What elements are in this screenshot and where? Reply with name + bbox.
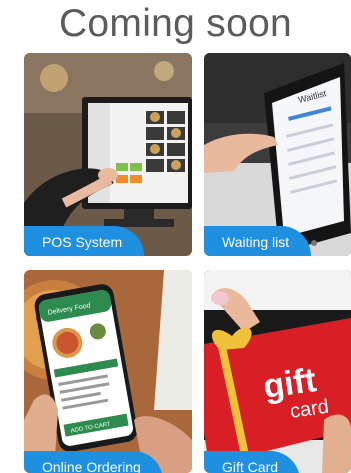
card-pos-system[interactable]: POS System [24,53,192,256]
mobile-order-photo: Delivery Food ADD TO CART [24,270,192,473]
card-online-ordering[interactable]: Delivery Food ADD TO CART Online Orderin… [24,270,192,473]
card-label: POS System [24,226,145,256]
gift-card-photo: gift card [204,270,351,473]
card-label: Waiting list [204,226,312,256]
card-label: Online Ordering [24,451,163,473]
card-waiting-list[interactable]: Waitlist Waiting list [204,53,351,256]
card-gift-card[interactable]: gift card Gift Card [204,270,351,473]
page-title: Coming soon [58,2,293,45]
